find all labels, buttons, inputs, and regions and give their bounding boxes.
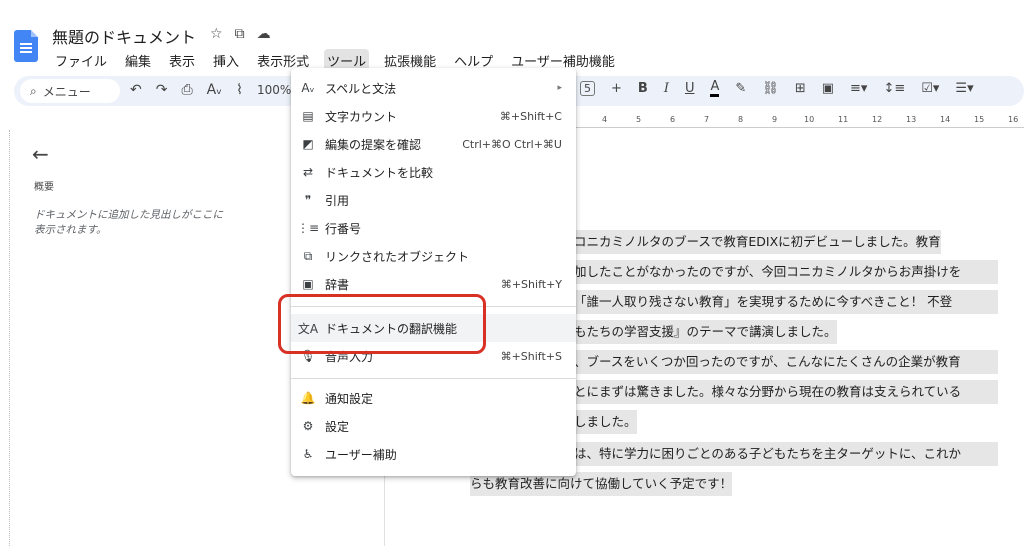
ruler-mark: 16 [1008, 115, 1019, 124]
compare-icon: ⇄ [302, 165, 314, 179]
menu-item-accessibility[interactable]: ♿ ユーザー補助 [291, 440, 576, 468]
ruler-mark: 10 [804, 115, 815, 124]
comment-icon[interactable]: ⊞ [795, 81, 806, 96]
ruler-mark: 12 [872, 115, 883, 124]
menu-item-line-numbers[interactable]: ⋮≡ 行番号 [291, 214, 576, 242]
menu-item-citations[interactable]: ❞ 引用 [291, 186, 576, 214]
zoom-select[interactable]: 100% [257, 83, 291, 97]
menu-item-review-edits[interactable]: ◩ 編集の提案を確認 Ctrl+⌘O Ctrl+⌘U [291, 130, 576, 158]
checklist-icon[interactable]: ☑▾ [921, 81, 939, 96]
cloud-status-icon[interactable]: ☁ [257, 26, 271, 42]
body-line[interactable]: は、特に学力に困りごとのある子どもたちを主ターゲットに、これか [574, 442, 998, 466]
ruler-mark: 6 [670, 115, 676, 124]
body-line[interactable]: とにまずは驚きました。様々な分野から現在の教育は支えられている [574, 380, 998, 404]
body-line[interactable]: 「誰一人取り残さない教育」を実現するために今すべきこと！ 不登 [574, 290, 998, 314]
font-size-input[interactable]: 5 [580, 81, 595, 96]
dictionary-icon: ▣ [302, 277, 314, 291]
menu-view[interactable]: 表示 [166, 49, 198, 72]
ruler-mark: 7 [704, 115, 710, 124]
underline-button[interactable]: U [685, 81, 695, 96]
bell-icon: 🔔 [300, 391, 316, 405]
menu-search-label: メニュー [42, 84, 91, 99]
italic-button[interactable]: I [664, 81, 669, 96]
bold-button[interactable]: B [638, 81, 648, 96]
linked-objects-icon: ⧉ [303, 248, 313, 263]
menu-edit[interactable]: 編集 [122, 49, 154, 72]
document-title[interactable]: 無題のドキュメント [52, 24, 196, 48]
word-count-icon: ▤ [302, 109, 314, 123]
body-line[interactable]: しました。 [574, 410, 637, 434]
ruler-mark: 9 [772, 115, 778, 124]
menu-item-compare-documents[interactable]: ⇄ ドキュメントを比較 [291, 158, 576, 186]
menu-item-notification-settings[interactable]: 🔔 通知設定 [291, 384, 576, 412]
bulleted-list-icon[interactable]: ☰▾ [955, 81, 973, 96]
ruler-mark: 15 [974, 115, 985, 124]
preferences-icon: ⚙ [302, 419, 314, 433]
line-numbers-icon: ⋮≡ [296, 221, 320, 235]
paint-format-icon[interactable]: ⌇ [236, 82, 243, 98]
annotation-highlight-box [278, 294, 486, 354]
image-icon[interactable]: ▣ [822, 81, 834, 96]
menu-item-preferences[interactable]: ⚙ 設定 [291, 412, 576, 440]
submenu-arrow-icon: ▸ [557, 83, 562, 93]
link-icon[interactable]: ⛓ [762, 81, 779, 96]
menu-item-linked-objects[interactable]: ⧉ リンクされたオブジェクト [291, 242, 576, 270]
review-edits-icon: ◩ [302, 137, 314, 151]
menu-file[interactable]: ファイル [52, 49, 110, 72]
accessibility-icon: ♿ [302, 447, 314, 461]
text-color-button[interactable]: A [710, 80, 720, 97]
docs-logo-icon[interactable] [14, 30, 38, 62]
ruler-mark: 11 [838, 115, 849, 124]
ruler-mark: 5 [636, 115, 642, 124]
outline-heading: 概要 [34, 182, 54, 193]
menu-search[interactable]: ⌕ メニュー [20, 79, 120, 103]
ruler-mark: 13 [906, 115, 917, 124]
font-size-increase-button[interactable]: + [611, 81, 622, 96]
menu-item-spelling-grammar[interactable]: Aᵥ スペルと文法 ▸ [291, 74, 576, 102]
spellcheck-icon[interactable]: Aᵥ [207, 82, 222, 98]
back-arrow-icon[interactable]: ← [32, 142, 49, 166]
body-line[interactable]: コニカミノルタのブースで教育EDIXに初デビューしました。教育 [574, 230, 941, 254]
move-folder-icon[interactable]: ⧉ [235, 26, 245, 42]
print-icon[interactable]: ⎙ [181, 82, 192, 98]
outline-empty-hint: ドキュメントに追加した見出しがここに 表示されます。 [34, 209, 223, 236]
ruler-mark: 8 [738, 115, 744, 124]
tools-menu: Aᵥ スペルと文法 ▸ ▤ 文字カウント ⌘+Shift+C ◩ 編集の提案を確… [291, 68, 576, 476]
ruler-mark: 14 [940, 115, 951, 124]
body-line[interactable]: 加したことがなかったのですが、今回コニカミノルタからお声掛けを [574, 260, 998, 284]
menu-insert[interactable]: 挿入 [210, 49, 242, 72]
ruler-mark: 4 [602, 115, 608, 124]
body-line[interactable]: もたちの学習支援』のテーマで講演しました。 [574, 320, 837, 344]
highlight-pen-icon[interactable]: ✎ [735, 81, 746, 96]
vertical-ruler[interactable] [0, 130, 10, 546]
search-icon: ⌕ [30, 83, 37, 98]
line-spacing-icon[interactable]: ↕≡ [883, 81, 905, 96]
body-line[interactable]: 、ブースをいくつか回ったのですが、こんなにたくさんの企業が教育 [574, 350, 998, 374]
spellcheck-icon: Aᵥ [301, 81, 315, 95]
redo-icon[interactable]: ↷ [156, 82, 168, 98]
menu-item-word-count[interactable]: ▤ 文字カウント ⌘+Shift+C [291, 102, 576, 130]
star-icon[interactable]: ☆ [210, 26, 223, 42]
menu-separator [291, 378, 576, 379]
undo-icon[interactable]: ↶ [130, 82, 142, 98]
align-icon[interactable]: ≡▾ [850, 81, 867, 96]
quote-icon: ❞ [304, 193, 312, 207]
